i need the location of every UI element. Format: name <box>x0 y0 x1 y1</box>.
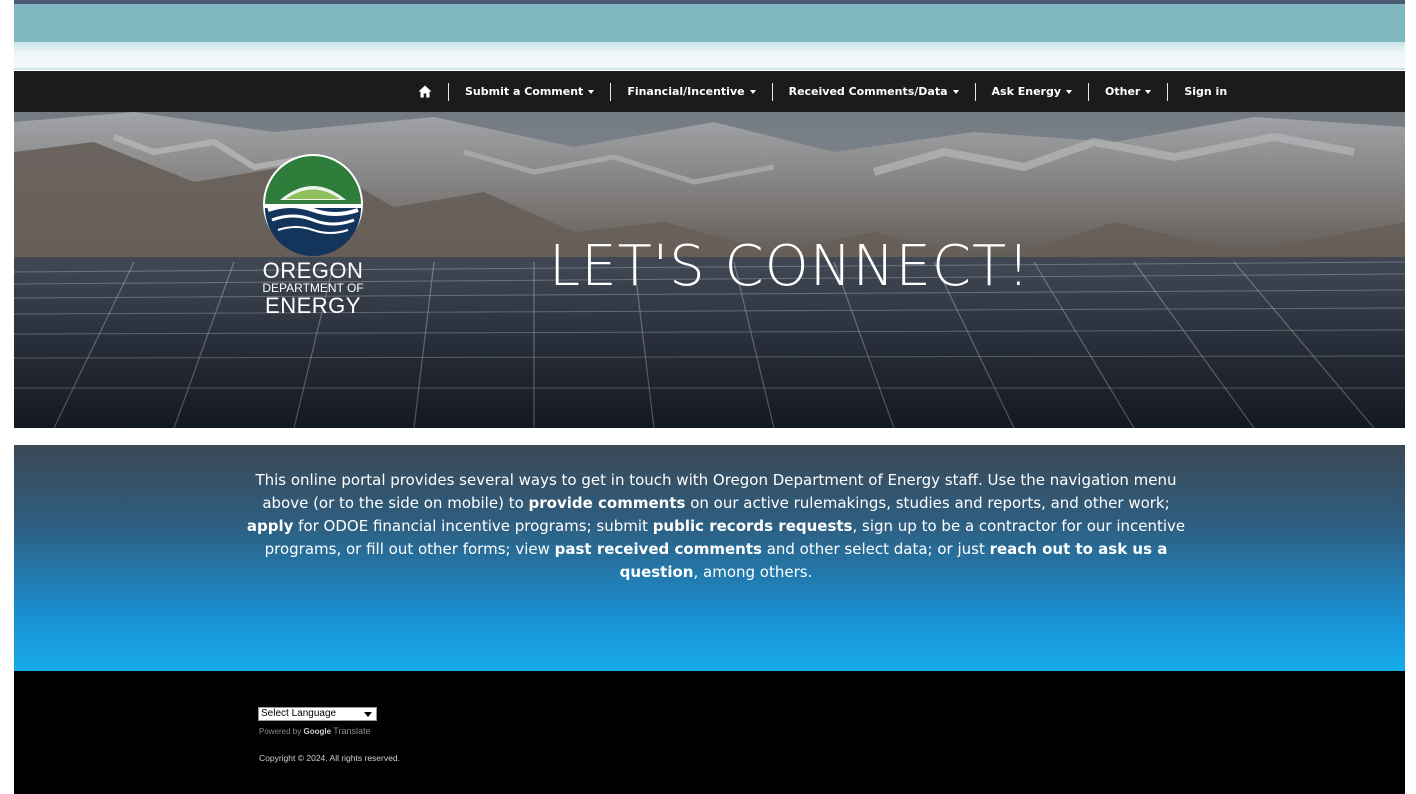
nav-item-sign-in[interactable]: Sign in <box>1167 82 1243 101</box>
hero-banner: OREGON DEPARTMENT OF ENERGY LET'S CONNEC… <box>14 112 1405 428</box>
language-select-value: Select Language <box>261 708 337 719</box>
nav-item-financial-incentive[interactable]: Financial/Incentive <box>610 82 771 101</box>
language-select[interactable]: Select Language <box>258 707 377 721</box>
nav-home[interactable] <box>418 83 448 101</box>
nav-item-label: Submit a Comment <box>465 85 584 98</box>
nav-item-label: Financial/Incentive <box>627 85 745 98</box>
oregon-department-of-energy-logo: OREGON DEPARTMENT OF ENERGY <box>246 152 380 322</box>
nav-item-other[interactable]: Other <box>1088 82 1167 101</box>
intro-paragraph: This online portal provides several ways… <box>246 469 1186 584</box>
intro-text-segment: for ODOE financial incentive programs; s… <box>293 517 653 535</box>
hero-title: LET'S CONNECT! <box>549 234 1031 299</box>
header-banner-band <box>14 4 1405 42</box>
intro-highlight: public records requests <box>652 517 853 535</box>
caret-down-icon <box>1145 89 1152 94</box>
translate-link[interactable]: Translate <box>333 726 370 736</box>
copyright-text: Copyright © 2024. All rights reserved. <box>259 753 400 763</box>
powered-by-label: Powered by <box>259 727 302 736</box>
powered-by-google-translate: Powered by Google Translate <box>259 726 370 736</box>
caret-down-icon <box>749 89 756 94</box>
nav-item-label: Ask Energy <box>991 85 1061 98</box>
footer: Select Language Powered by Google Transl… <box>14 671 1405 794</box>
intro-highlight: past received comments <box>554 540 762 558</box>
nav-item-submit-a-comment[interactable]: Submit a Comment <box>448 82 610 101</box>
nav-item-ask-energy[interactable]: Ask Energy <box>974 82 1088 101</box>
header-light-band <box>14 42 1405 70</box>
home-icon <box>418 85 432 98</box>
main-navigation: Submit a Comment Financial/Incentive Recei… <box>14 71 1405 112</box>
chevron-down-icon <box>364 711 372 717</box>
intro-text-segment: , among others. <box>693 563 813 581</box>
logo-text-energy: ENERGY <box>265 293 361 318</box>
caret-down-icon <box>1066 89 1072 94</box>
intro-section: This online portal provides several ways… <box>14 445 1405 671</box>
intro-text-segment: and other select data; or just <box>761 540 990 558</box>
caret-down-icon <box>952 89 959 94</box>
caret-down-icon <box>588 89 595 94</box>
nav-item-label: Sign in <box>1184 85 1228 98</box>
intro-highlight: apply <box>246 517 294 535</box>
intro-highlight: provide comments <box>528 494 686 512</box>
logo-emblem-icon <box>263 154 363 256</box>
intro-text-segment: on our active rulemakings, studies and r… <box>685 494 1170 512</box>
nav-item-received-comments-data[interactable]: Received Comments/Data <box>771 82 975 101</box>
google-logo-text: Google <box>303 727 332 736</box>
nav-item-label: Other <box>1105 85 1141 98</box>
nav-item-label: Received Comments/Data <box>788 85 948 98</box>
nav-menu: Submit a Comment Financial/Incentive Recei… <box>418 71 1243 112</box>
